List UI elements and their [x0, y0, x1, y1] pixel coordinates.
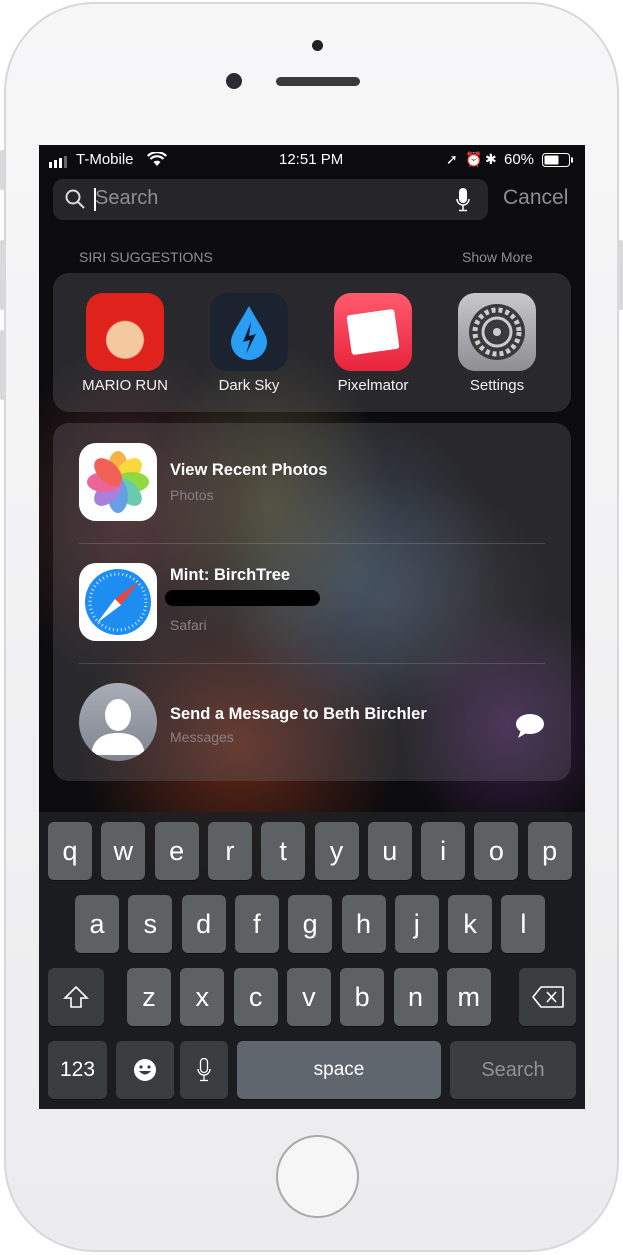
key-l[interactable]: l [501, 895, 546, 953]
search-key[interactable]: Search [450, 1041, 576, 1099]
key-g[interactable]: g [288, 895, 333, 953]
carrier: T-Mobile [76, 151, 134, 168]
home-button[interactable] [276, 1135, 359, 1218]
app-label: Settings [469, 377, 525, 394]
mario-run-icon [86, 293, 164, 371]
result-subtitle: Photos [170, 487, 214, 503]
app-dark-sky[interactable]: Dark Sky [199, 293, 299, 394]
result-title: Send a Message to Beth Birchler [170, 705, 427, 723]
key-p[interactable]: p [527, 822, 572, 880]
proximity-sensor [312, 40, 323, 51]
key-o[interactable]: o [474, 822, 519, 880]
key-e[interactable]: e [154, 822, 199, 880]
key-k[interactable]: k [448, 895, 493, 953]
result-row[interactable]: View Recent Photos Photos [53, 423, 571, 543]
clock: 12:51 PM [279, 151, 344, 168]
redacted-url [165, 590, 320, 606]
key-s[interactable]: s [128, 895, 173, 953]
emoji-icon [134, 1059, 156, 1081]
key-x[interactable]: x [180, 968, 225, 1026]
key-m[interactable]: m [446, 968, 491, 1026]
key-z[interactable]: z [127, 968, 171, 1026]
app-label: Dark Sky [218, 377, 280, 394]
result-subtitle: Messages [170, 729, 234, 745]
app-label: MARIO RUN [82, 377, 168, 394]
key-r[interactable]: r [207, 822, 252, 880]
front-camera [226, 73, 242, 89]
space-key[interactable]: space [237, 1041, 441, 1099]
shift-icon [63, 985, 89, 1008]
key-v[interactable]: v [286, 968, 331, 1026]
text-cursor [94, 188, 96, 211]
key-b[interactable]: b [340, 968, 385, 1026]
key-c[interactable]: c [233, 968, 278, 1026]
result-row[interactable]: Mint: BirchTree Safari [53, 543, 571, 663]
key-i[interactable]: i [421, 822, 466, 880]
cancel-button[interactable]: Cancel [503, 186, 568, 210]
show-more-link[interactable]: Show More [462, 249, 533, 265]
app-label: Pixelmator [337, 377, 409, 394]
key-f[interactable]: f [234, 895, 279, 953]
result-subtitle: Safari [170, 617, 207, 633]
power-button[interactable] [618, 240, 623, 310]
key-u[interactable]: u [367, 822, 412, 880]
wifi-icon [147, 151, 167, 171]
numbers-key[interactable]: 123 [48, 1041, 107, 1099]
bluetooth-icon: ✱ [485, 151, 497, 167]
microphone-icon [197, 1058, 211, 1082]
key-y[interactable]: y [314, 822, 359, 880]
signal-icon [49, 155, 73, 172]
app-settings[interactable]: Settings [447, 293, 547, 394]
siri-suggestions-header: SIRI SUGGESTIONS [79, 249, 213, 265]
volume-up-button[interactable] [0, 240, 5, 310]
message-bubble-icon[interactable] [515, 713, 545, 744]
app-mario-run[interactable]: MARIO RUN [75, 293, 175, 394]
key-j[interactable]: j [394, 895, 439, 953]
contact-avatar-icon [79, 683, 157, 761]
keyboard: q w e r t y u i o p a s d f g h j k l z x c v b n m 123 space Search [39, 812, 585, 1109]
app-pixelmator[interactable]: Pixelmator [323, 293, 423, 394]
key-h[interactable]: h [341, 895, 386, 953]
battery-icon [542, 153, 574, 171]
location-icon: ➚ [446, 151, 458, 167]
key-n[interactable]: n [393, 968, 438, 1026]
key-d[interactable]: d [181, 895, 226, 953]
alarm-icon: ⏰ [465, 151, 483, 167]
key-a[interactable]: a [75, 895, 119, 953]
settings-gear-icon [458, 293, 536, 371]
delete-key[interactable] [519, 968, 576, 1026]
battery-percent: 60% [504, 151, 535, 168]
backspace-icon [531, 986, 564, 1008]
result-title: Mint: BirchTree [170, 566, 291, 584]
volume-down-button[interactable] [0, 330, 5, 400]
key-t[interactable]: t [261, 822, 306, 880]
screen: T-Mobile 12:51 PM ➚ ⏰ ✱ 60% Search Cance… [39, 145, 585, 1109]
mute-switch[interactable] [0, 150, 5, 190]
safari-icon [79, 563, 157, 641]
microphone-icon[interactable] [456, 188, 470, 217]
result-row[interactable]: Send a Message to Beth Birchler Messages [53, 663, 571, 783]
search-results-card: View Recent Photos Photos Mint: BirchTre… [53, 423, 571, 781]
key-q[interactable]: q [48, 822, 92, 880]
shift-key[interactable] [48, 968, 104, 1026]
photos-icon [79, 443, 157, 521]
siri-app-suggestions: MARIO RUN Dark Sky Pixelmator Settings [53, 273, 571, 412]
search-field[interactable]: Search [53, 179, 488, 220]
search-icon [65, 189, 85, 214]
dark-sky-icon [210, 293, 288, 371]
pixelmator-icon [334, 293, 412, 371]
emoji-key[interactable] [116, 1041, 174, 1099]
dictation-key[interactable] [180, 1041, 228, 1099]
earpiece-speaker [276, 77, 360, 86]
status-bar: T-Mobile 12:51 PM ➚ ⏰ ✱ 60% [39, 151, 585, 171]
key-w[interactable]: w [101, 822, 146, 880]
search-placeholder: Search [95, 187, 159, 209]
result-title: View Recent Photos [170, 461, 328, 479]
